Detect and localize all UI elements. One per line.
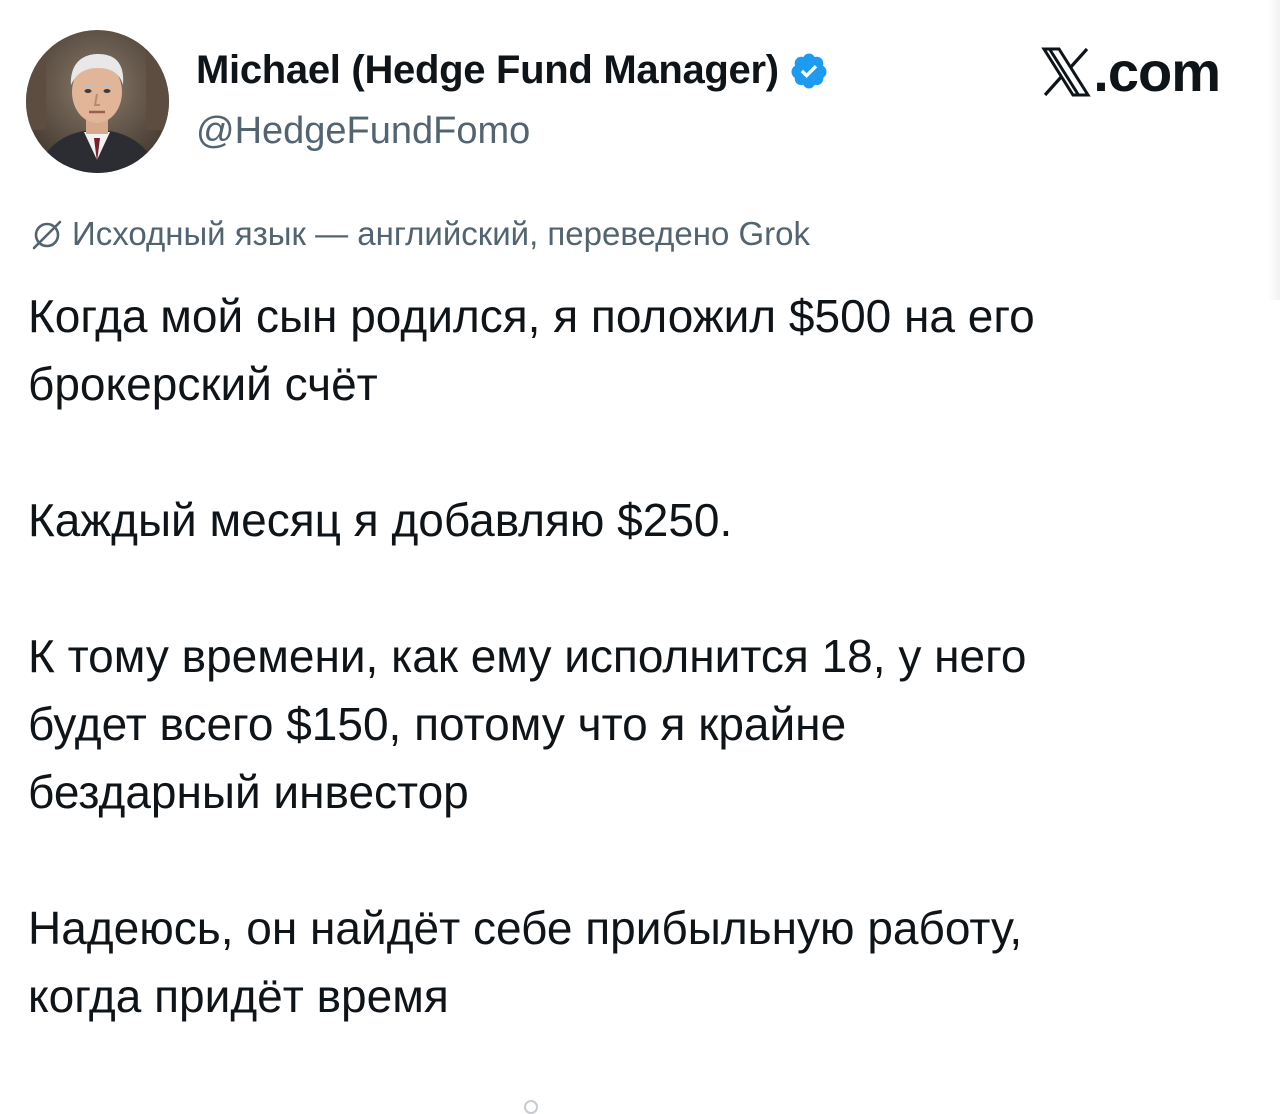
tweet-paragraph: К тому времени, как ему исполнится 18, у…	[28, 630, 1027, 818]
brand-watermark: .com	[1041, 40, 1221, 103]
tweet-text: Когда мой сын родился, я положил $500 на…	[28, 282, 1258, 1030]
brand-domain: .com	[1093, 40, 1221, 103]
bottom-indicator	[524, 1100, 538, 1114]
author-handle[interactable]: @HedgeFundFomo	[196, 110, 530, 153]
author-name-row: Michael (Hedge Fund Manager)	[196, 48, 829, 93]
translation-note-text: Исходный язык — английский, переведено G…	[72, 215, 811, 252]
verified-badge-icon	[791, 53, 827, 88]
tweet-paragraph: Каждый месяц я добавляю $250.	[28, 494, 733, 546]
x-logo-icon	[1041, 47, 1092, 97]
translation-note[interactable]: Исходный язык — английский, переведено G…	[30, 215, 810, 253]
translate-icon	[32, 220, 62, 250]
tweet-header: Michael (Hedge Fund Manager) @HedgeFundF…	[26, 30, 1256, 175]
avatar-photo	[26, 30, 169, 173]
tweet-paragraph: Когда мой сын родился, я положил $500 на…	[28, 290, 1035, 410]
tweet-paragraph: Надеюсь, он найдёт себе прибыльную работ…	[28, 902, 1023, 1022]
author-display-name[interactable]: Michael (Hedge Fund Manager)	[196, 48, 779, 93]
avatar[interactable]	[26, 30, 169, 173]
scroll-edge	[1268, 0, 1280, 300]
